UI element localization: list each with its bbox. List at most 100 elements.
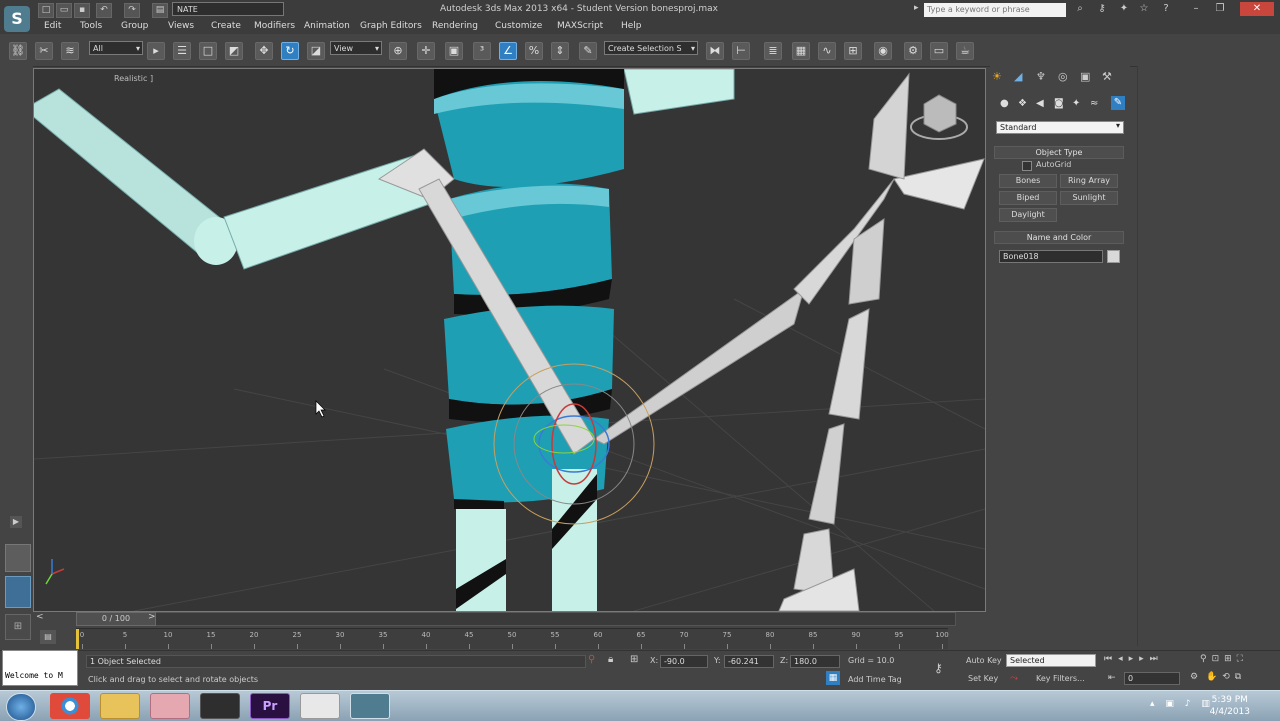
search-binoculars-icon[interactable]: ⌕ (1070, 2, 1090, 16)
3dsmax-taskbar-icon[interactable] (350, 693, 390, 719)
key-filters-button[interactable]: Key Filters... (1036, 674, 1085, 683)
rendered-frame-window-icon[interactable]: ▭ (930, 42, 948, 60)
pivot-center-icon[interactable]: ⊕ (389, 42, 407, 60)
sunlight-button[interactable]: Sunlight (1060, 191, 1118, 205)
menu-animation[interactable]: Animation (304, 21, 350, 31)
time-config-icon[interactable]: ⚙ (1190, 672, 1198, 682)
menu-views[interactable]: Views (168, 21, 194, 31)
object-name-field[interactable]: Bone018 (999, 250, 1103, 263)
menu-create[interactable]: Create (211, 21, 241, 31)
layer-manager-icon[interactable]: ≣ (764, 42, 782, 60)
select-and-move-icon[interactable]: ✥ (255, 42, 273, 60)
menu-rendering[interactable]: Rendering (432, 21, 478, 31)
bones-button[interactable]: Bones (999, 174, 1057, 188)
x-coordinate-field[interactable]: -90.0 (660, 655, 708, 668)
utilities-tab-icon[interactable]: ⚒ (1102, 70, 1116, 84)
set-key-icon[interactable]: ⤳ (1010, 673, 1018, 684)
helpers-icon[interactable]: ✦ (1072, 98, 1080, 109)
named-selection-dropdown[interactable]: Create Selection S (604, 41, 698, 55)
create-tab-icon[interactable]: ☀ (992, 70, 1006, 84)
menu-modifiers[interactable]: Modifiers (254, 21, 295, 31)
favorites-icon[interactable]: ☆ (1134, 2, 1154, 16)
systems-icon[interactable]: ✎ (1111, 96, 1125, 110)
subscription-icon[interactable]: ⚷ (1092, 2, 1112, 16)
ring-array-button[interactable]: Ring Array (1060, 174, 1118, 188)
menu-help[interactable]: Help (621, 21, 642, 31)
shapes-icon[interactable]: ❖ (1018, 98, 1027, 109)
system-clock[interactable]: 5:39 PM 4/4/2013 (1210, 694, 1250, 718)
chevron-down-icon[interactable]: ▾ (1116, 121, 1120, 130)
z-coordinate-field[interactable]: 180.0 (790, 655, 840, 668)
edit-named-selection-icon[interactable]: ✎ (579, 42, 597, 60)
redo-icon[interactable]: ↷ (124, 3, 140, 18)
help-icon[interactable]: ? (1156, 2, 1176, 16)
explorer-icon[interactable] (100, 693, 140, 719)
new-file-icon[interactable]: □ (38, 3, 54, 18)
y-coordinate-field[interactable]: -60.241 (724, 655, 774, 668)
media-player-icon[interactable] (300, 693, 340, 719)
select-object-icon[interactable]: ▸ (147, 42, 165, 60)
menu-edit[interactable]: Edit (44, 21, 61, 31)
schematic-view-icon[interactable]: ⊞ (844, 42, 862, 60)
system-tray-icons[interactable]: ▴ ▣ ♪ ▥ (1150, 699, 1214, 709)
lights-icon[interactable]: ◀ (1036, 98, 1044, 109)
viewport-perspective[interactable]: Realistic ] (33, 68, 986, 612)
keyboard-shortcut-toggle-icon[interactable]: ▣ (445, 42, 463, 60)
project-folder-icon[interactable]: ▤ (152, 3, 168, 18)
select-and-scale-icon[interactable]: ◪ (307, 42, 325, 60)
minimize-icon[interactable]: – (1186, 2, 1206, 16)
modify-tab-icon[interactable]: ◢ (1014, 70, 1028, 84)
orbit-controls[interactable]: ✋⟲⧉ (1206, 672, 1246, 682)
mirror-icon[interactable]: ⧓ (706, 42, 724, 60)
menu-graph-editors[interactable]: Graph Editors (360, 21, 422, 31)
playback-controls[interactable]: ⏮◂▸▸⏭ (1104, 654, 1164, 664)
key-mode-dropdown[interactable]: Selected (1006, 654, 1096, 667)
isolate-selection-icon[interactable]: ⚲ (588, 654, 595, 665)
auto-key-button[interactable]: Auto Key (966, 656, 1002, 665)
pinned-app-icon[interactable] (150, 693, 190, 719)
app-logo-icon[interactable]: S (4, 6, 30, 32)
selection-filter-dropdown[interactable]: All (89, 41, 143, 55)
current-frame-field[interactable]: 0 (1124, 672, 1180, 685)
cameras-icon[interactable]: ◙ (1054, 98, 1064, 109)
geometry-icon[interactable]: ● (1000, 98, 1009, 109)
time-tag-icon[interactable]: ▦ (826, 671, 840, 685)
maximize-icon[interactable]: ❐ (1210, 2, 1230, 16)
curve-editor-icon[interactable]: ∿ (818, 42, 836, 60)
current-frame-marker[interactable] (76, 629, 79, 649)
object-color-swatch[interactable] (1107, 250, 1120, 263)
reference-coordinate-dropdown[interactable]: View (330, 41, 382, 55)
viewport-nav-controls[interactable]: ⚲⊡⊞⛶ (1200, 654, 1248, 664)
search-arrow-icon[interactable]: ▸ (914, 3, 919, 13)
container-icon[interactable] (5, 544, 31, 572)
viewport-layout-icon[interactable]: ⊞ (5, 614, 31, 640)
biped-button[interactable]: Biped (999, 191, 1057, 205)
menu-group[interactable]: Group (121, 21, 148, 31)
key-icon[interactable]: ⚷ (934, 661, 943, 675)
selection-lock-icon[interactable]: 🔒︎ (608, 654, 613, 665)
time-slider[interactable] (76, 612, 956, 626)
display-tab-icon[interactable]: ▣ (1080, 70, 1094, 84)
autogrid-checkbox[interactable] (1022, 161, 1032, 171)
percent-snap-icon[interactable]: % (525, 42, 543, 60)
window-crossing-icon[interactable]: ◩ (225, 42, 243, 60)
close-icon[interactable]: ✕ (1240, 2, 1274, 16)
menu-tools[interactable]: Tools (80, 21, 102, 31)
mini-curve-editor-icon[interactable]: ▤ (40, 630, 56, 644)
hierarchy-tab-icon[interactable]: ♆ (1036, 70, 1050, 84)
unlink-icon[interactable]: ✂ (35, 42, 53, 60)
space-warps-icon[interactable]: ≈ (1090, 98, 1098, 109)
spinner-snap-icon[interactable]: ⇕ (551, 42, 569, 60)
add-time-tag[interactable]: Add Time Tag (848, 675, 902, 684)
select-by-name-icon[interactable]: ☰ (173, 42, 191, 60)
open-file-icon[interactable]: ▭ (56, 3, 72, 18)
object-type-rollout[interactable]: Object Type (994, 146, 1124, 159)
daylight-button[interactable]: Daylight (999, 208, 1057, 222)
communication-center-icon[interactable]: ✦ (1114, 2, 1134, 16)
expand-arrow-icon[interactable]: ▶ (10, 516, 22, 528)
render-production-icon[interactable]: ☕ (956, 42, 974, 60)
viewport-label[interactable]: Realistic ] (114, 74, 153, 83)
undo-icon[interactable]: ↶ (96, 3, 112, 18)
search-input[interactable]: Type a keyword or phrase (924, 3, 1066, 17)
render-setup-icon[interactable]: ⚙ (904, 42, 922, 60)
